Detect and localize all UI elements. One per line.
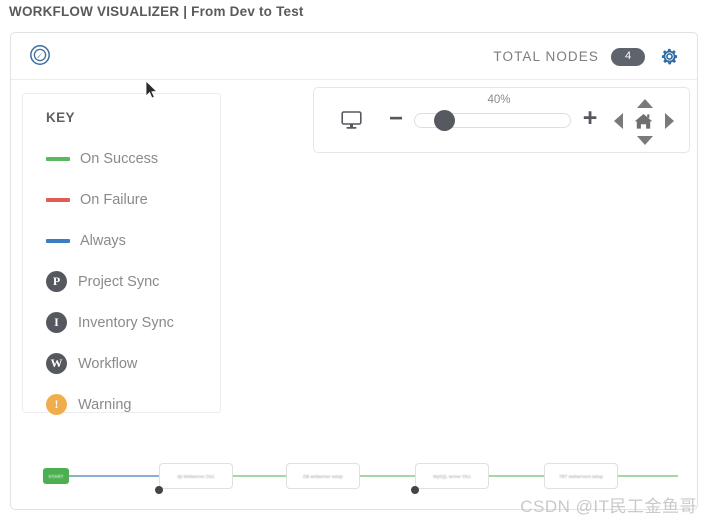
arrow-up-icon[interactable]: [637, 99, 653, 108]
legend-item-label: Always: [80, 232, 126, 249]
card-header: TOTAL NODES 4: [11, 33, 697, 80]
legend-item-label: On Success: [80, 150, 159, 167]
graph-node-handle[interactable]: [155, 486, 163, 494]
settings-button[interactable]: [657, 47, 679, 66]
legend-circle-badge: !: [46, 394, 67, 415]
legend-item-label: Inventory Sync: [78, 314, 174, 331]
legend-circle-badge: W: [46, 353, 67, 374]
header-status-group: TOTAL NODES 4: [493, 33, 679, 80]
graph-node-label: TBT webservers setup: [559, 473, 603, 479]
key-legend-list: On Success On Failure Always P Project Sync I…: [46, 138, 220, 425]
compass-icon[interactable]: [29, 44, 51, 66]
zoom-slider[interactable]: [414, 110, 571, 131]
watermark: CSDN @IT民工金鱼哥: [520, 497, 697, 516]
graph-node[interactable]: dp Webserver OS1: [159, 463, 233, 489]
graph-connector: [360, 475, 415, 477]
zoom-in-button[interactable]: +: [580, 106, 600, 131]
graph-node[interactable]: MySQL server OS1: [415, 463, 489, 489]
legend-item-project-sync: P Project Sync: [46, 261, 220, 302]
legend-line-swatch: [46, 197, 70, 202]
legend-item-label: Workflow: [78, 355, 138, 372]
graph-node[interactable]: DB webserver setup: [286, 463, 360, 489]
visualizer-card: TOTAL NODES 4 − 40% + KEY On Success On …: [10, 32, 698, 510]
zoom-level-label: 40%: [487, 94, 511, 106]
legend-line-swatch: [46, 238, 70, 243]
legend-line-swatch: [46, 156, 70, 161]
graph-node-handle[interactable]: [411, 486, 419, 494]
legend-item-warning: ! Warning: [46, 384, 220, 425]
navigation-pad: [614, 99, 674, 145]
legend-item-workflow: W Workflow: [46, 343, 220, 384]
graph-node-label: MySQL server OS1: [433, 473, 471, 479]
graph-connector: [618, 475, 678, 477]
graph-connector: [489, 475, 544, 477]
graph-node-label: dp Webserver OS1: [177, 473, 215, 479]
arrow-right-icon[interactable]: [665, 113, 674, 129]
legend-circle-badge: P: [46, 271, 67, 292]
legend-circle-badge: I: [46, 312, 67, 333]
legend-item-on-success: On Success: [46, 138, 220, 179]
key-panel-title: KEY: [46, 110, 75, 125]
graph-connector: [233, 475, 286, 477]
total-nodes-label: TOTAL NODES: [493, 49, 599, 64]
home-icon[interactable]: [633, 111, 654, 132]
legend-item-always: Always: [46, 220, 220, 261]
arrow-down-icon[interactable]: [637, 136, 653, 145]
legend-item-label: Project Sync: [78, 273, 160, 290]
monitor-icon[interactable]: [341, 110, 362, 130]
graph-node[interactable]: TBT webservers setup: [544, 463, 618, 489]
legend-item-on-failure: On Failure: [46, 179, 220, 220]
total-nodes-badge: 4: [611, 47, 645, 66]
arrow-left-icon[interactable]: [614, 113, 623, 129]
graph-start-node[interactable]: START: [43, 468, 69, 484]
gear-icon: [661, 48, 678, 65]
zoom-control-panel: − 40% +: [313, 87, 690, 153]
page-title: WORKFLOW VISUALIZER | From Dev to Test: [9, 4, 304, 19]
graph-connector: [69, 475, 159, 477]
graph-node-label: DB webserver setup: [303, 473, 343, 479]
key-legend-panel: KEY On Success On Failure Always P Project S…: [22, 93, 221, 415]
legend-item-label: On Failure: [80, 191, 148, 208]
zoom-out-button[interactable]: −: [386, 107, 406, 132]
legend-item-inventory-sync: I Inventory Sync: [46, 302, 220, 343]
graph-start-node-label: START: [48, 473, 64, 479]
legend-item-label: Warning: [78, 396, 132, 413]
